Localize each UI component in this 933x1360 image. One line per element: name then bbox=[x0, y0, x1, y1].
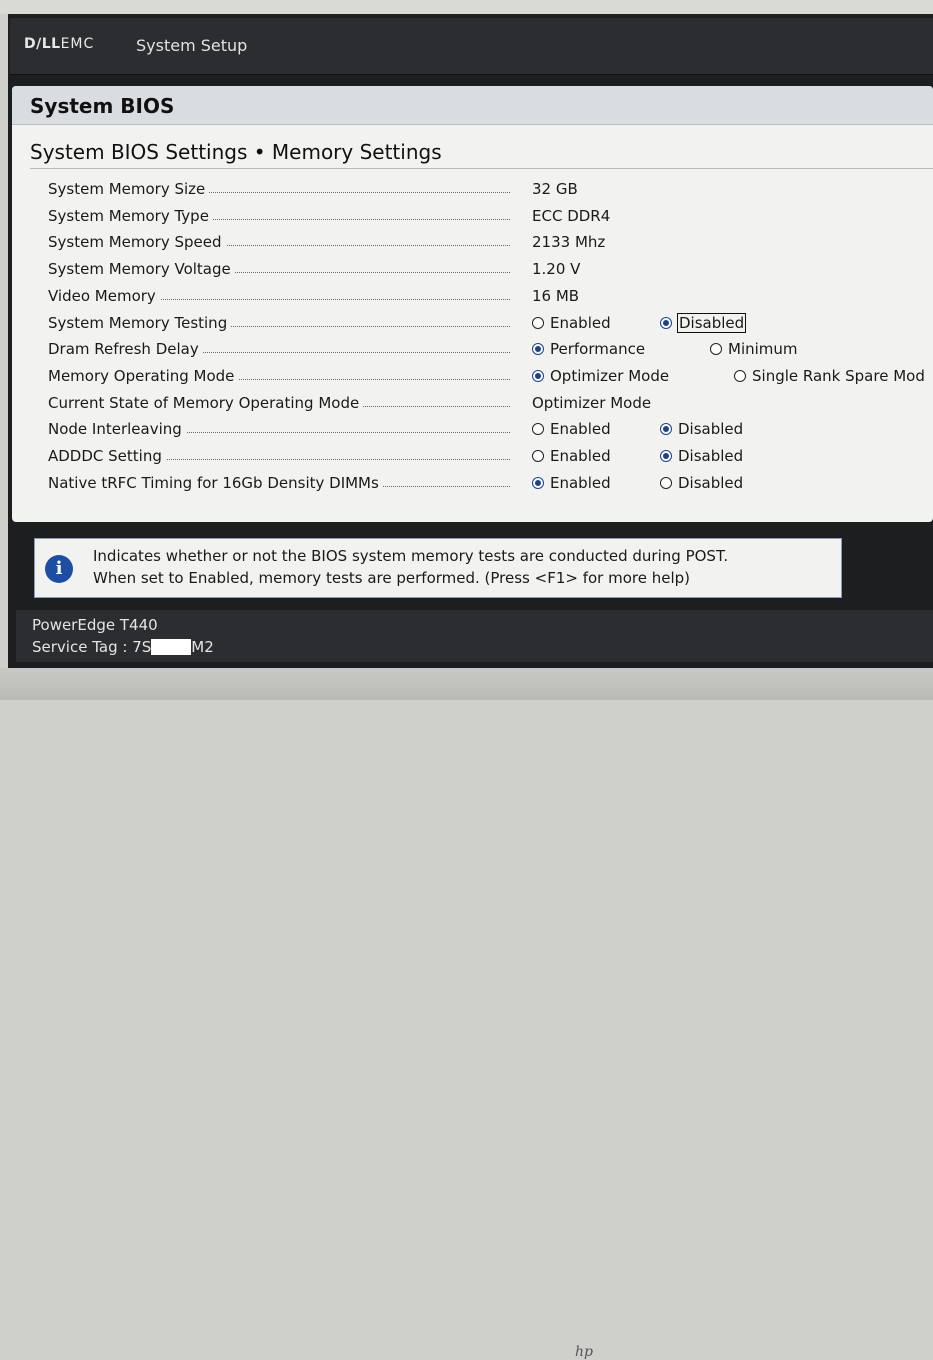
radio-option-label[interactable]: Disabled bbox=[678, 420, 743, 438]
app-title: System Setup bbox=[136, 36, 248, 55]
setting-value: ECC DDR4 bbox=[532, 207, 611, 225]
setting-row: Video Memory 16 MB bbox=[48, 287, 933, 309]
setting-value: 16 MB bbox=[532, 287, 580, 305]
radio-option[interactable]: Enabled bbox=[532, 420, 611, 438]
setting-label: Dram Refresh Delay bbox=[48, 340, 203, 358]
radio-selected-icon[interactable] bbox=[532, 342, 544, 355]
setting-value: 1.20 V bbox=[532, 260, 581, 278]
setting-label: Current State of Memory Operating Mode bbox=[48, 394, 364, 412]
monitor-top-bezel bbox=[0, 0, 933, 14]
setting-label: Memory Operating Mode bbox=[48, 367, 239, 385]
info-icon: i bbox=[45, 555, 73, 583]
monitor-bottom-bezel: hp bbox=[0, 668, 933, 1360]
setting-label: System Memory Type bbox=[48, 207, 213, 225]
radio-unselected-icon[interactable] bbox=[660, 476, 672, 489]
help-text-line-2: When set to Enabled, memory tests are pe… bbox=[93, 569, 691, 587]
radio-unselected-icon[interactable] bbox=[532, 422, 544, 435]
radio-unselected-icon[interactable] bbox=[710, 342, 722, 355]
setting-row: System Memory Speed 2133 Mhz bbox=[48, 233, 933, 255]
monitor-logo: hp bbox=[575, 1344, 593, 1360]
setting-label: System Memory Speed bbox=[48, 233, 226, 251]
radio-option[interactable]: Optimizer Mode bbox=[532, 367, 669, 385]
setting-row[interactable]: Dram Refresh Delay Performance Minimum bbox=[48, 340, 933, 362]
section-title: System BIOS bbox=[30, 94, 175, 118]
setting-label: Video Memory bbox=[48, 287, 160, 305]
service-tag-suffix: M2 bbox=[191, 638, 214, 656]
radio-selected-icon[interactable] bbox=[532, 369, 544, 382]
redaction-box bbox=[151, 638, 192, 655]
setting-row: System Memory Voltage 1.20 V bbox=[48, 260, 933, 282]
setting-label: Native tRFC Timing for 16Gb Density DIMM… bbox=[48, 474, 383, 492]
setting-row: Current State of Memory Operating Mode Op… bbox=[48, 394, 933, 416]
help-text-line-1: Indicates whether or not the BIOS system… bbox=[93, 547, 729, 565]
setting-row[interactable]: Memory Operating Mode Optimizer Mode Singl… bbox=[48, 367, 933, 389]
bios-screen: D∕LLEMC System Setup System BIOS System … bbox=[8, 14, 933, 668]
radio-unselected-icon[interactable] bbox=[734, 369, 746, 382]
setting-row[interactable]: System Memory Testing Enabled Disabled bbox=[48, 313, 933, 336]
service-tag: Service Tag : 7S M2 bbox=[32, 638, 214, 656]
section-title-bar: System BIOS bbox=[12, 86, 933, 125]
radio-selected-icon[interactable] bbox=[660, 449, 672, 462]
setting-value: 2133 Mhz bbox=[532, 233, 606, 251]
setting-row[interactable]: Native tRFC Timing for 16Gb Density DIMM… bbox=[48, 474, 933, 496]
radio-option-label[interactable]: Enabled bbox=[550, 447, 611, 465]
setting-label: System Memory Voltage bbox=[48, 260, 235, 278]
radio-selected-icon[interactable] bbox=[660, 316, 672, 329]
radio-selected-icon[interactable] bbox=[660, 422, 672, 435]
page-title: System BIOS Settings • Memory Settings bbox=[30, 140, 442, 164]
radio-option-label[interactable]: Minimum bbox=[728, 340, 798, 358]
main-panel: System BIOS System BIOS Settings • Memor… bbox=[12, 86, 933, 522]
setting-row: System Memory Size 32 GB bbox=[48, 180, 933, 202]
radio-option-label[interactable]: Single Rank Spare Mod bbox=[752, 367, 925, 385]
radio-option-label[interactable]: Disabled bbox=[678, 474, 743, 492]
setting-label: System Memory Testing bbox=[48, 314, 232, 332]
setting-row[interactable]: Node Interleaving Enabled Disabled bbox=[48, 420, 933, 442]
logo-dell: D∕LL bbox=[24, 36, 61, 52]
radio-unselected-icon[interactable] bbox=[532, 316, 544, 329]
radio-option[interactable]: Disabled bbox=[660, 474, 743, 492]
logo-emc: EMC bbox=[60, 36, 95, 52]
setting-row: System Memory Type ECC DDR4 bbox=[48, 207, 933, 229]
radio-option[interactable]: Single Rank Spare Mod bbox=[734, 367, 925, 385]
radio-option[interactable]: Enabled bbox=[532, 314, 611, 332]
footer-bar: PowerEdge T440 Service Tag : 7S M2 bbox=[16, 610, 933, 662]
service-tag-prefix: Service Tag : 7S bbox=[32, 638, 152, 656]
radio-option-label[interactable]: Enabled bbox=[550, 420, 611, 438]
setting-row[interactable]: ADDDC Setting Enabled Disabled bbox=[48, 447, 933, 469]
radio-option[interactable]: Minimum bbox=[710, 340, 798, 358]
radio-option[interactable]: Disabled bbox=[660, 447, 743, 465]
page-title-divider bbox=[30, 168, 933, 169]
radio-option-label[interactable]: Disabled bbox=[676, 313, 747, 333]
setting-label: Node Interleaving bbox=[48, 420, 186, 438]
help-box: i Indicates whether or not the BIOS syst… bbox=[34, 538, 842, 598]
setting-value: 32 GB bbox=[532, 180, 578, 198]
radio-option-label[interactable]: Enabled bbox=[550, 314, 611, 332]
radio-selected-icon[interactable] bbox=[532, 476, 544, 489]
dell-emc-logo: D∕LLEMC bbox=[24, 36, 94, 52]
radio-option[interactable]: Enabled bbox=[532, 447, 611, 465]
radio-option-label[interactable]: Optimizer Mode bbox=[550, 367, 669, 385]
radio-option-label[interactable]: Performance bbox=[550, 340, 645, 358]
radio-option-label[interactable]: Enabled bbox=[550, 474, 611, 492]
setting-label: ADDDC Setting bbox=[48, 447, 166, 465]
radio-option[interactable]: Enabled bbox=[532, 474, 611, 492]
radio-option[interactable]: Performance bbox=[532, 340, 645, 358]
setting-value: Optimizer Mode bbox=[532, 394, 652, 412]
radio-option[interactable]: Disabled bbox=[660, 313, 747, 333]
header-bar: D∕LLEMC System Setup bbox=[10, 18, 933, 75]
setting-label: System Memory Size bbox=[48, 180, 210, 198]
radio-unselected-icon[interactable] bbox=[532, 449, 544, 462]
system-model: PowerEdge T440 bbox=[32, 616, 158, 634]
radio-option-label[interactable]: Disabled bbox=[678, 447, 743, 465]
radio-option[interactable]: Disabled bbox=[660, 420, 743, 438]
